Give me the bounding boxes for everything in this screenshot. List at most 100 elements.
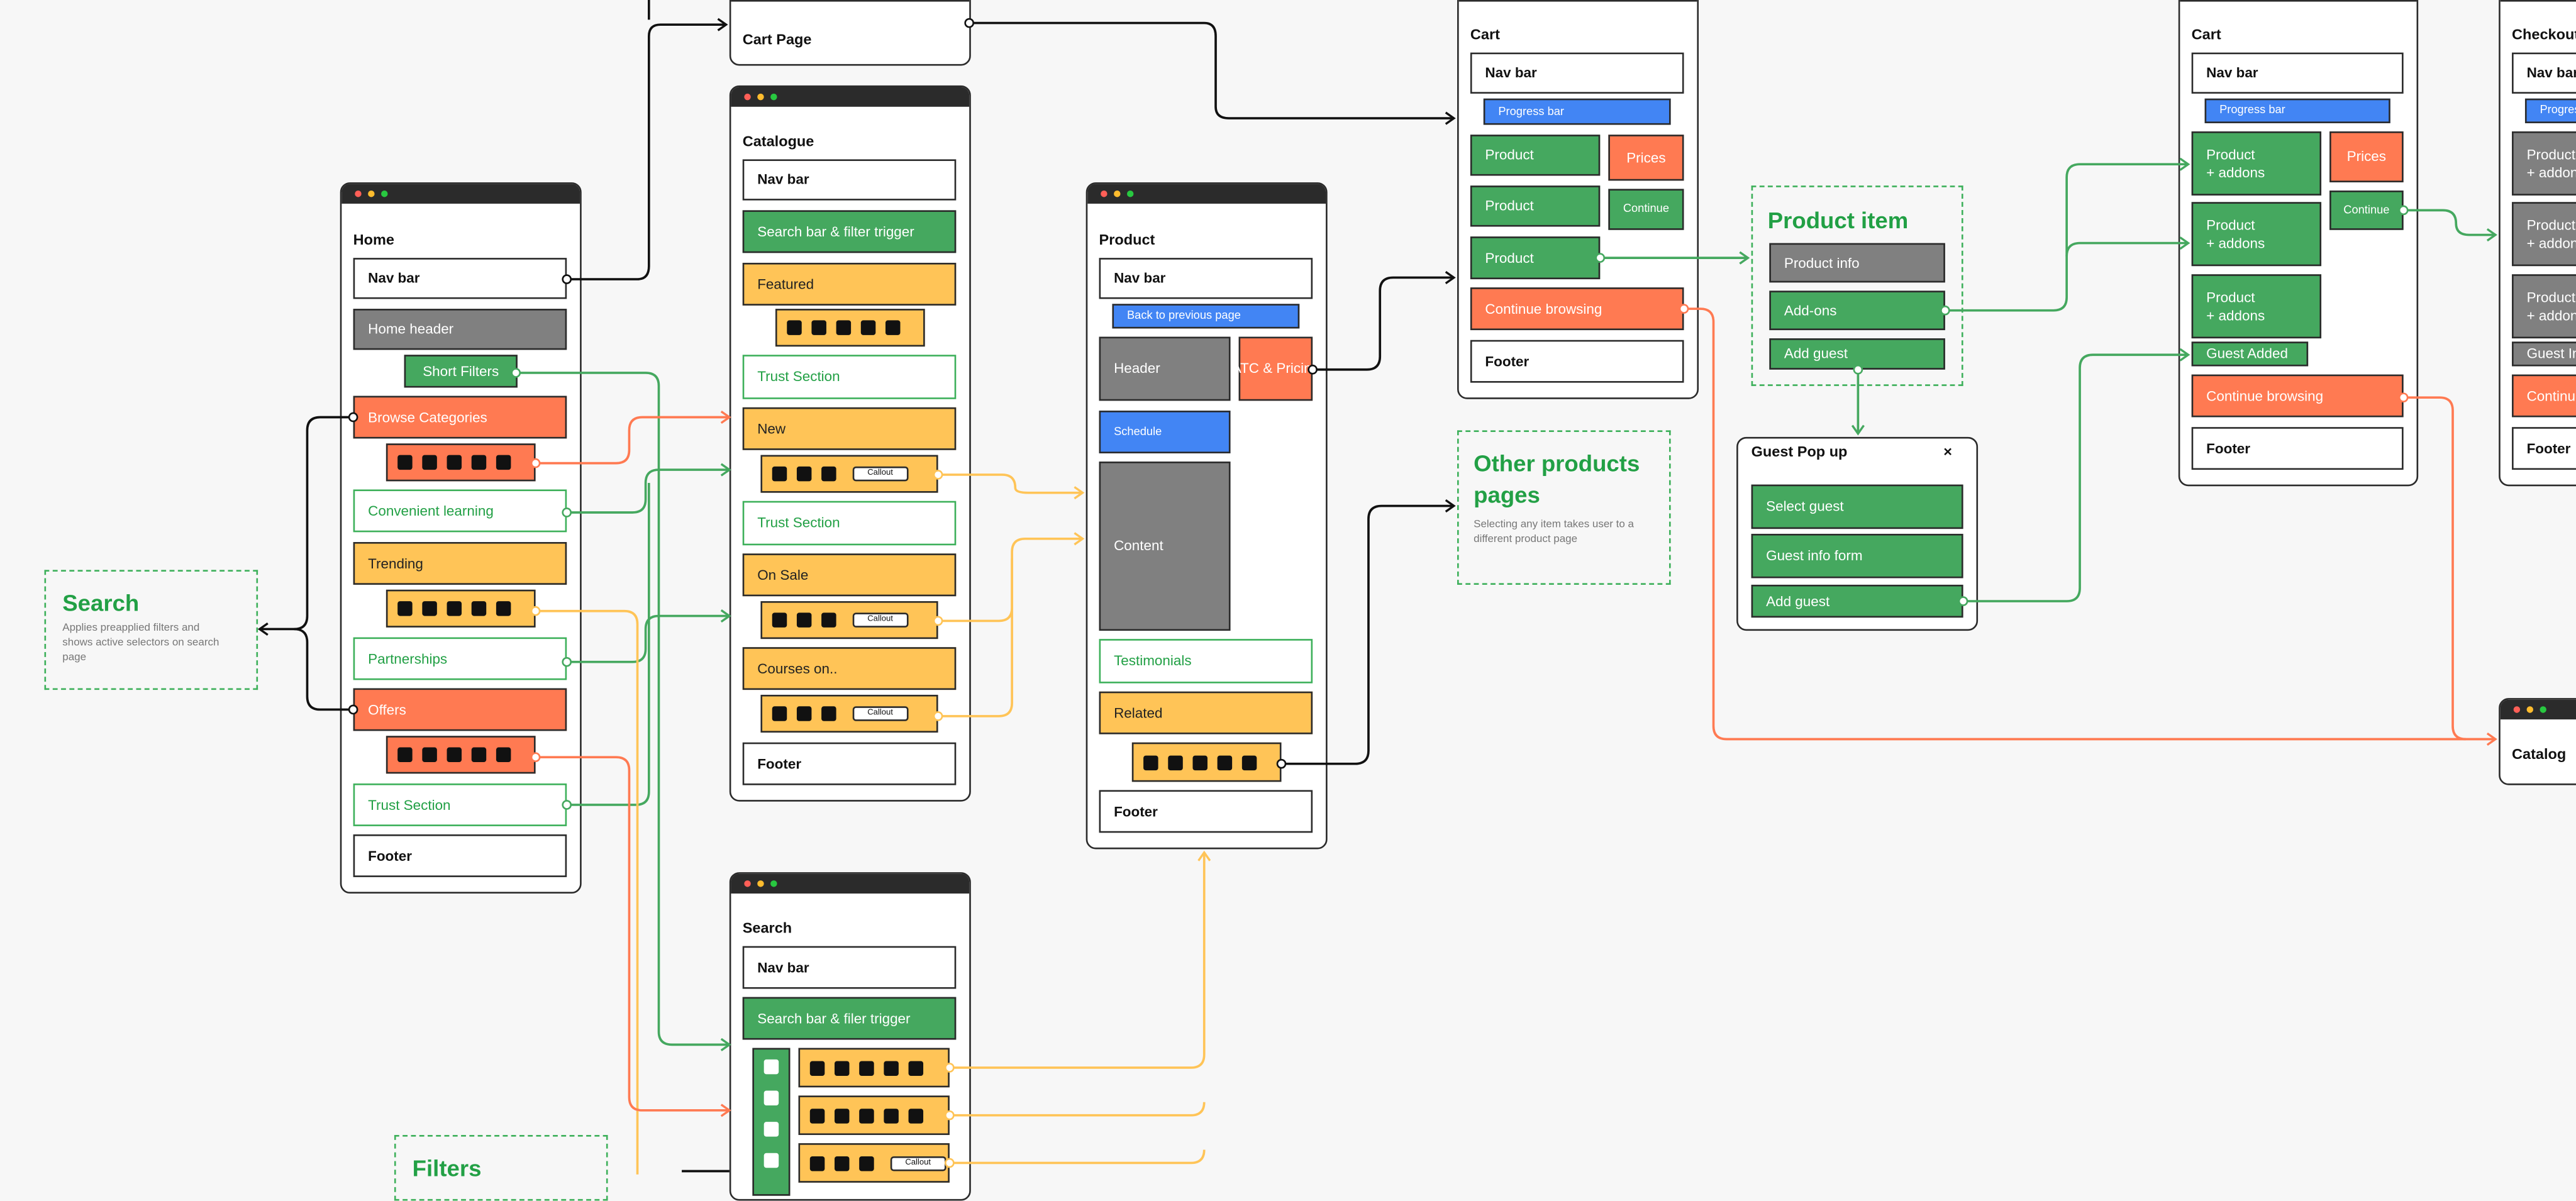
footer: Footer <box>2512 427 2576 470</box>
offers: Offers <box>353 688 567 731</box>
select-guest-button[interactable]: Select guest <box>1751 484 1963 529</box>
nav-bar[interactable]: Nav bar <box>2191 52 2404 94</box>
connector-dot <box>933 616 943 626</box>
card-placeholder <box>471 455 487 470</box>
card-placeholder <box>1217 755 1233 770</box>
trust-section: Trust Section <box>742 501 957 546</box>
back-button[interactable]: Back to previous page <box>1112 304 1300 329</box>
card-placeholder <box>834 1107 850 1123</box>
carousel <box>386 443 536 482</box>
card-placeholder <box>836 320 852 335</box>
card-placeholder <box>821 706 836 721</box>
filter-checkbox[interactable] <box>763 1122 779 1137</box>
guest-popup-title: Guest Pop up <box>1751 443 1848 460</box>
nav-bar[interactable]: Nav bar <box>1470 52 1684 94</box>
search-filter-trigger[interactable]: Search bar & filer trigger <box>742 997 957 1040</box>
product-item: Product <box>1470 236 1601 280</box>
on-sale: On Sale <box>742 553 957 597</box>
card-placeholder <box>1192 755 1208 770</box>
footer: Footer <box>353 834 567 877</box>
card-placeholder <box>859 1107 874 1123</box>
card-placeholder <box>471 747 487 763</box>
search-filter-trigger[interactable]: Search bar & filter trigger <box>742 210 957 253</box>
filter-checkbox[interactable] <box>763 1090 779 1106</box>
product-addons: Product + addons <box>2512 202 2576 267</box>
related: Related <box>1099 691 1313 734</box>
catalog-title: Catalog <box>2512 745 2567 763</box>
connector-arrow <box>260 416 353 629</box>
window-dot-icon <box>757 880 764 887</box>
card-placeholder <box>787 320 802 335</box>
card-placeholder <box>811 320 826 335</box>
card-placeholder <box>772 612 787 628</box>
nav-bar[interactable]: Nav bar <box>353 258 567 299</box>
carousel <box>1131 742 1282 782</box>
footer: Footer <box>1470 340 1684 383</box>
connector-dot <box>530 458 541 468</box>
window-dot-icon <box>1101 191 1108 197</box>
card-placeholder <box>859 1060 874 1075</box>
featured: Featured <box>742 262 957 306</box>
product-addons: Product + addons <box>2191 274 2322 339</box>
connector-dot <box>348 704 358 715</box>
window-dot-icon <box>770 93 777 101</box>
continue-browsing-button[interactable]: Continue browsing <box>2191 374 2404 418</box>
window-dot-icon <box>2513 706 2521 713</box>
product-addons: Product + addons <box>2191 131 2322 196</box>
convenient-learning: Convenient learning <box>353 489 567 533</box>
progress-bar: Progress bar <box>1483 98 1671 125</box>
prices: Prices <box>1608 135 1684 181</box>
connector-arrow <box>949 1102 1206 1117</box>
connector-dot <box>933 711 943 721</box>
progress-bar: Progress bar <box>2204 98 2390 123</box>
card-placeholder <box>884 1060 899 1075</box>
connector-arrow <box>567 470 730 514</box>
card-placeholder <box>471 601 487 616</box>
short-filters-button[interactable]: Short Filters <box>404 355 518 388</box>
testimonials: Testimonials <box>1099 639 1313 684</box>
header: Header <box>1099 336 1231 401</box>
atc-pricing-button[interactable]: ATC & Pricing <box>1232 336 1319 401</box>
continue-button[interactable]: Continue <box>1608 189 1684 230</box>
nav-bar[interactable]: Nav bar <box>742 159 957 201</box>
home-header: Home header <box>353 309 567 350</box>
nav-bar[interactable]: Nav bar <box>2512 52 2576 94</box>
continue-button[interactable]: Continue <box>2329 191 2404 230</box>
continue-browsing-button[interactable]: Continue browsing <box>2512 374 2576 418</box>
card-placeholder <box>908 1060 924 1075</box>
card-placeholder <box>1168 755 1183 770</box>
connector-dot <box>2398 205 2409 216</box>
catalog-frame <box>2499 698 2576 785</box>
filter-checkbox[interactable] <box>763 1059 779 1075</box>
carousel <box>798 1095 950 1136</box>
carousel <box>798 1048 950 1088</box>
home-title: Home <box>353 231 394 248</box>
filter-checkbox[interactable] <box>763 1153 779 1168</box>
card-placeholder <box>422 747 437 763</box>
connector-dot <box>945 1158 955 1168</box>
window-dot-icon <box>1114 191 1121 197</box>
cart-title: Cart <box>1470 26 1500 43</box>
connector-dot <box>562 656 572 667</box>
nav-bar[interactable]: Nav bar <box>742 946 957 989</box>
continue-browsing-button[interactable]: Continue browsing <box>1470 287 1684 331</box>
partnerships: Partnerships <box>353 637 567 680</box>
trust-section: Trust Section <box>742 355 957 399</box>
connector-dot <box>562 507 572 517</box>
callout-badge: Callout <box>852 466 908 482</box>
close-icon[interactable]: × <box>1943 443 1960 463</box>
carousel: Callout <box>760 694 938 733</box>
connector-arrow <box>969 21 1454 119</box>
product-item: Product <box>1470 185 1601 227</box>
connector-dot <box>1307 364 1318 375</box>
connector-dot <box>562 800 572 810</box>
card-placeholder <box>834 1060 850 1075</box>
guest-info: Guest Info <box>2512 341 2576 367</box>
search-title: Search <box>742 919 792 936</box>
product-addons: Product + addons <box>2512 131 2576 196</box>
nav-bar[interactable]: Nav bar <box>1099 258 1313 299</box>
carousel <box>386 589 536 628</box>
add-guest-button[interactable]: Add guest <box>1751 584 1963 618</box>
guest-added: Guest Added <box>2191 341 2309 367</box>
catalogue-title: Catalogue <box>742 133 814 150</box>
